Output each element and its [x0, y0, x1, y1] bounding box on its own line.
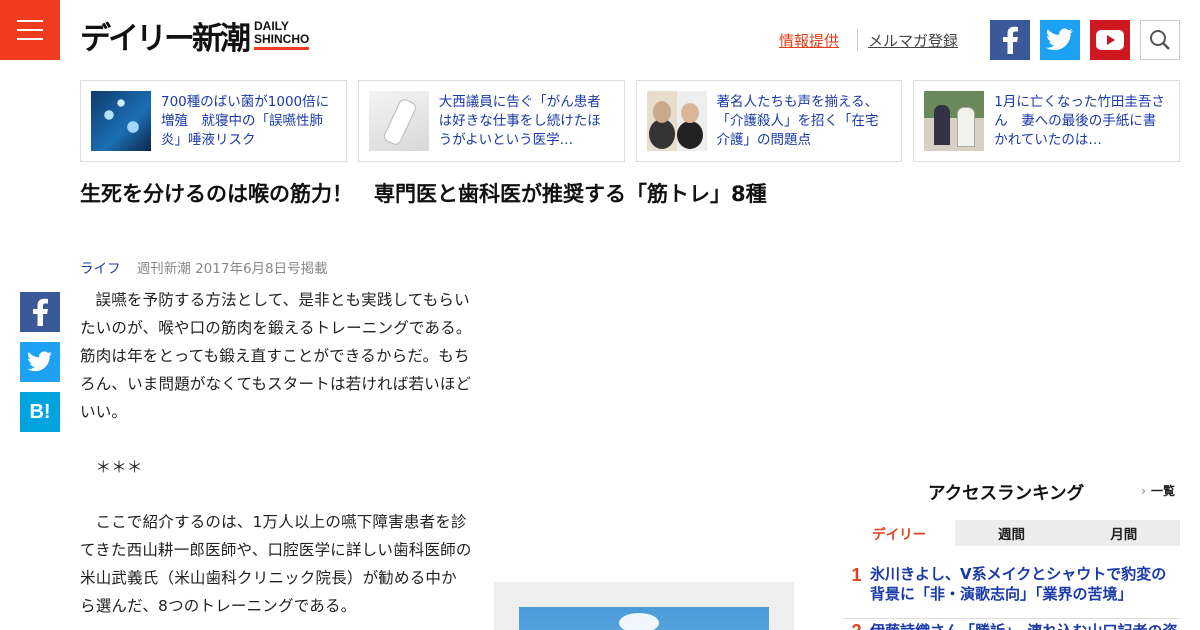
tab-daily[interactable]: デイリー: [843, 520, 956, 546]
header-divider: [857, 29, 858, 51]
article-paragraph: ここで紹介するのは、1万人以上の嚥下障害患者を診てきた西山耕一郎医師や、口腔医学…: [80, 513, 472, 615]
ranking-item[interactable]: 1 氷川きよし、V系メイクとシャウトで豹変の背景に「非・演歌志向」「業界の苦境」: [843, 564, 1180, 604]
related-article-title: 700種のばい菌が1000倍に増殖 就寝中の「誤嚥性肺炎」唾液リスク: [161, 93, 330, 148]
chevron-right-icon: ›: [1141, 484, 1146, 498]
hamburger-icon: [17, 20, 43, 22]
ranking-number: 2: [843, 621, 870, 630]
article-thumbnail: [924, 91, 985, 151]
youtube-icon: [1096, 30, 1124, 50]
section-divider-stars: ＊＊＊: [95, 458, 143, 476]
ranking-heading: アクセスランキング: [928, 484, 1085, 504]
ranking-item[interactable]: 2 伊藤詩織さん「勝訴」 連れ込む山口記者の姿を: [843, 618, 1180, 630]
twitter-icon: [1046, 28, 1073, 51]
related-article-card[interactable]: 1月に亡くなった竹田圭吾さん 妻への最後の手紙に書かれていたのは…: [913, 80, 1180, 162]
related-article-title: 大西議員に告ぐ「がん患者は好きな仕事をし続けたほうがよいという医学…: [438, 93, 601, 148]
info-provide-link[interactable]: 情報提供: [779, 30, 839, 51]
article-source: 週刊新潮 2017年6月8日号掲載: [136, 261, 328, 277]
ranking-more-link[interactable]: › 一覧: [1141, 482, 1175, 499]
related-articles: 700種のばい菌が1000倍に増殖 就寝中の「誤嚥性肺炎」唾液リスク 大西議員に…: [80, 80, 1180, 162]
header-youtube-button[interactable]: [1090, 20, 1130, 60]
facebook-icon: [33, 298, 48, 326]
logo-text-jp: デイリー新潮: [80, 21, 251, 57]
facebook-icon: [1003, 26, 1018, 54]
hatena-icon: B!: [29, 400, 51, 423]
related-article-card[interactable]: 著名人たちも声を揃える、「介護殺人」を招く「在宅介護」の問題点: [635, 80, 903, 162]
article-meta: ライフ 週刊新潮 2017年6月8日号掲載: [80, 257, 328, 277]
article-thumbnail: [91, 91, 151, 151]
related-article-card[interactable]: 大西議員に告ぐ「がん患者は好きな仕事をし続けたほうがよいという医学…: [357, 80, 625, 162]
article-thumbnail: [368, 91, 429, 151]
ranking-title: 氷川きよし、V系メイクとシャウトで豹変の背景に「非・演歌志向」「業界の苦境」: [870, 565, 1167, 603]
article-thumbnail: [646, 91, 707, 151]
tab-weekly[interactable]: 週間: [955, 520, 1068, 546]
ranking-title: 伊藤詩織さん「勝訴」 連れ込む山口記者の姿を: [870, 621, 1180, 630]
search-icon: [1150, 30, 1170, 50]
share-hatena-button[interactable]: B!: [20, 392, 60, 432]
header-facebook-button[interactable]: [990, 20, 1030, 60]
ad-image: [519, 607, 769, 630]
advertisement[interactable]: [494, 582, 794, 630]
header-twitter-button[interactable]: [1040, 20, 1080, 60]
article-paragraph: 誤嚥を予防する方法として、是非とも実践してもらいたいのが、喉や口の筋肉を鍛えるト…: [80, 291, 472, 421]
hamburger-menu-button[interactable]: [0, 0, 60, 60]
ranking-number: 1: [851, 565, 862, 585]
article-body: 誤嚥を予防する方法として、是非とも実践してもらいたいのが、喉や口の筋肉を鍛えるト…: [80, 286, 472, 620]
related-article-title: 著名人たちも声を揃える、「介護殺人」を招く「在宅介護」の問題点: [716, 93, 879, 148]
ranking-tabs: デイリー 週間 月間: [843, 520, 1180, 546]
header-search-button[interactable]: [1140, 20, 1180, 60]
share-facebook-button[interactable]: [20, 292, 60, 332]
article-title: 生死を分けるのは喉の筋力！ 専門医と歯科医が推奨する「筋トレ」8種: [80, 182, 767, 206]
category-link[interactable]: ライフ: [80, 261, 121, 277]
newsletter-signup-link[interactable]: メルマガ登録: [868, 30, 958, 51]
related-article-card[interactable]: 700種のばい菌が1000倍に増殖 就寝中の「誤嚥性肺炎」唾液リスク: [80, 80, 347, 162]
share-twitter-button[interactable]: [20, 342, 60, 382]
site-logo[interactable]: デイリー新潮 DAILY SHINCHO: [80, 19, 310, 59]
related-article-title: 1月に亡くなった竹田圭吾さん 妻への最後の手紙に書かれていたのは…: [994, 93, 1165, 148]
logo-text-en: DAILY SHINCHO: [254, 20, 310, 50]
twitter-icon: [27, 351, 52, 372]
tab-monthly[interactable]: 月間: [1067, 520, 1180, 546]
